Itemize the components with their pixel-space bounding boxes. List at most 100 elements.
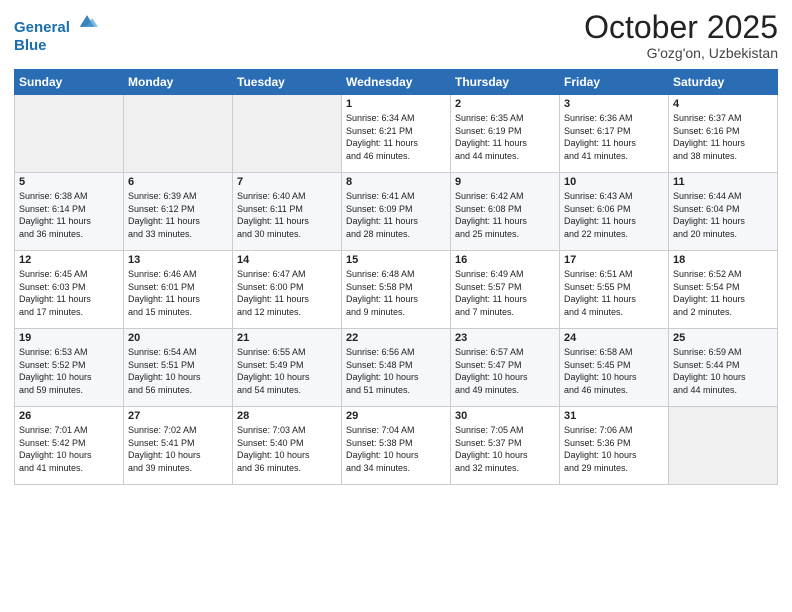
header-friday: Friday — [560, 70, 669, 95]
day-info: Sunrise: 7:06 AM Sunset: 5:36 PM Dayligh… — [564, 424, 664, 474]
day-number: 20 — [128, 332, 228, 344]
day-info: Sunrise: 6:43 AM Sunset: 6:06 PM Dayligh… — [564, 190, 664, 240]
logo-text2: Blue — [14, 37, 98, 55]
day-info: Sunrise: 6:56 AM Sunset: 5:48 PM Dayligh… — [346, 346, 446, 396]
day-number: 31 — [564, 410, 664, 422]
day-number: 9 — [455, 176, 555, 188]
week-row-4: 19 Sunrise: 6:53 AM Sunset: 5:52 PM Dayli… — [15, 329, 778, 407]
day-info: Sunrise: 6:36 AM Sunset: 6:17 PM Dayligh… — [564, 112, 664, 162]
calendar-cell: 16 Sunrise: 6:49 AM Sunset: 5:57 PM Dayli… — [451, 251, 560, 329]
calendar-header-row: SundayMondayTuesdayWednesdayThursdayFrid… — [15, 70, 778, 95]
page-container: General Blue October 2025 G'ozg'on, Uzbe… — [0, 0, 792, 491]
header-saturday: Saturday — [669, 70, 778, 95]
calendar-cell — [15, 95, 124, 173]
day-number: 24 — [564, 332, 664, 344]
day-number: 7 — [237, 176, 337, 188]
calendar-table: SundayMondayTuesdayWednesdayThursdayFrid… — [14, 69, 778, 485]
calendar-cell: 5 Sunrise: 6:38 AM Sunset: 6:14 PM Daylig… — [15, 173, 124, 251]
page-header: General Blue October 2025 G'ozg'on, Uzbe… — [14, 10, 778, 61]
day-number: 5 — [19, 176, 119, 188]
calendar-cell: 17 Sunrise: 6:51 AM Sunset: 5:55 PM Dayli… — [560, 251, 669, 329]
calendar-cell: 31 Sunrise: 7:06 AM Sunset: 5:36 PM Dayli… — [560, 407, 669, 485]
day-number: 17 — [564, 254, 664, 266]
calendar-cell: 20 Sunrise: 6:54 AM Sunset: 5:51 PM Dayli… — [124, 329, 233, 407]
calendar-cell: 13 Sunrise: 6:46 AM Sunset: 6:01 PM Dayli… — [124, 251, 233, 329]
calendar-cell: 11Sunrise: 6:44 AM Sunset: 6:04 PM Dayli… — [669, 173, 778, 251]
day-info: Sunrise: 6:34 AM Sunset: 6:21 PM Dayligh… — [346, 112, 446, 162]
calendar-cell: 19 Sunrise: 6:53 AM Sunset: 5:52 PM Dayli… — [15, 329, 124, 407]
day-info: Sunrise: 6:46 AM Sunset: 6:01 PM Dayligh… — [128, 268, 228, 318]
month-title: October 2025 — [584, 10, 778, 45]
day-info: Sunrise: 6:53 AM Sunset: 5:52 PM Dayligh… — [19, 346, 119, 396]
day-number: 8 — [346, 176, 446, 188]
calendar-cell: 26Sunrise: 7:01 AM Sunset: 5:42 PM Dayli… — [15, 407, 124, 485]
day-number: 16 — [455, 254, 555, 266]
logo-icon — [76, 10, 98, 32]
day-info: Sunrise: 6:35 AM Sunset: 6:19 PM Dayligh… — [455, 112, 555, 162]
day-info: Sunrise: 6:48 AM Sunset: 5:58 PM Dayligh… — [346, 268, 446, 318]
calendar-cell: 3 Sunrise: 6:36 AM Sunset: 6:17 PM Daylig… — [560, 95, 669, 173]
day-info: Sunrise: 6:42 AM Sunset: 6:08 PM Dayligh… — [455, 190, 555, 240]
day-info: Sunrise: 6:37 AM Sunset: 6:16 PM Dayligh… — [673, 112, 773, 162]
week-row-2: 5 Sunrise: 6:38 AM Sunset: 6:14 PM Daylig… — [15, 173, 778, 251]
day-info: Sunrise: 6:52 AM Sunset: 5:54 PM Dayligh… — [673, 268, 773, 318]
day-info: Sunrise: 7:04 AM Sunset: 5:38 PM Dayligh… — [346, 424, 446, 474]
calendar-cell: 21Sunrise: 6:55 AM Sunset: 5:49 PM Dayli… — [233, 329, 342, 407]
location: G'ozg'on, Uzbekistan — [584, 45, 778, 61]
calendar-cell: 6Sunrise: 6:39 AM Sunset: 6:12 PM Daylig… — [124, 173, 233, 251]
calendar-cell: 7Sunrise: 6:40 AM Sunset: 6:11 PM Daylig… — [233, 173, 342, 251]
calendar-cell: 10 Sunrise: 6:43 AM Sunset: 6:06 PM Dayli… — [560, 173, 669, 251]
calendar-cell: 4 Sunrise: 6:37 AM Sunset: 6:16 PM Daylig… — [669, 95, 778, 173]
day-info: Sunrise: 6:38 AM Sunset: 6:14 PM Dayligh… — [19, 190, 119, 240]
calendar-cell: 30 Sunrise: 7:05 AM Sunset: 5:37 PM Dayli… — [451, 407, 560, 485]
day-info: Sunrise: 6:39 AM Sunset: 6:12 PM Dayligh… — [128, 190, 228, 240]
header-thursday: Thursday — [451, 70, 560, 95]
day-info: Sunrise: 6:45 AM Sunset: 6:03 PM Dayligh… — [19, 268, 119, 318]
day-number: 1 — [346, 98, 446, 110]
day-number: 13 — [128, 254, 228, 266]
title-block: October 2025 G'ozg'on, Uzbekistan — [584, 10, 778, 61]
day-number: 23 — [455, 332, 555, 344]
day-number: 29 — [346, 410, 446, 422]
calendar-cell — [669, 407, 778, 485]
header-tuesday: Tuesday — [233, 70, 342, 95]
day-info: Sunrise: 6:58 AM Sunset: 5:45 PM Dayligh… — [564, 346, 664, 396]
calendar-cell: 18 Sunrise: 6:52 AM Sunset: 5:54 PM Dayli… — [669, 251, 778, 329]
calendar-cell: 27Sunrise: 7:02 AM Sunset: 5:41 PM Dayli… — [124, 407, 233, 485]
header-sunday: Sunday — [15, 70, 124, 95]
calendar-cell: 14Sunrise: 6:47 AM Sunset: 6:00 PM Dayli… — [233, 251, 342, 329]
day-info: Sunrise: 7:01 AM Sunset: 5:42 PM Dayligh… — [19, 424, 119, 474]
day-number: 25 — [673, 332, 773, 344]
day-number: 11 — [673, 176, 773, 188]
calendar-cell: 29 Sunrise: 7:04 AM Sunset: 5:38 PM Dayli… — [342, 407, 451, 485]
day-info: Sunrise: 6:55 AM Sunset: 5:49 PM Dayligh… — [237, 346, 337, 396]
day-info: Sunrise: 6:49 AM Sunset: 5:57 PM Dayligh… — [455, 268, 555, 318]
day-number: 2 — [455, 98, 555, 110]
day-info: Sunrise: 6:57 AM Sunset: 5:47 PM Dayligh… — [455, 346, 555, 396]
day-number: 30 — [455, 410, 555, 422]
day-number: 19 — [19, 332, 119, 344]
day-number: 22 — [346, 332, 446, 344]
day-info: Sunrise: 7:05 AM Sunset: 5:37 PM Dayligh… — [455, 424, 555, 474]
week-row-1: 1 Sunrise: 6:34 AM Sunset: 6:21 PM Daylig… — [15, 95, 778, 173]
day-number: 4 — [673, 98, 773, 110]
day-number: 14 — [237, 254, 337, 266]
day-number: 18 — [673, 254, 773, 266]
day-number: 15 — [346, 254, 446, 266]
calendar-cell: 2 Sunrise: 6:35 AM Sunset: 6:19 PM Daylig… — [451, 95, 560, 173]
calendar-cell: 9 Sunrise: 6:42 AM Sunset: 6:08 PM Daylig… — [451, 173, 560, 251]
calendar-cell: 24 Sunrise: 6:58 AM Sunset: 5:45 PM Dayli… — [560, 329, 669, 407]
day-info: Sunrise: 6:54 AM Sunset: 5:51 PM Dayligh… — [128, 346, 228, 396]
header-wednesday: Wednesday — [342, 70, 451, 95]
day-number: 10 — [564, 176, 664, 188]
day-info: Sunrise: 6:51 AM Sunset: 5:55 PM Dayligh… — [564, 268, 664, 318]
day-number: 3 — [564, 98, 664, 110]
calendar-cell: 25 Sunrise: 6:59 AM Sunset: 5:44 PM Dayli… — [669, 329, 778, 407]
day-info: Sunrise: 7:02 AM Sunset: 5:41 PM Dayligh… — [128, 424, 228, 474]
day-number: 12 — [19, 254, 119, 266]
calendar-cell: 28Sunrise: 7:03 AM Sunset: 5:40 PM Dayli… — [233, 407, 342, 485]
calendar-cell: 1 Sunrise: 6:34 AM Sunset: 6:21 PM Daylig… — [342, 95, 451, 173]
header-monday: Monday — [124, 70, 233, 95]
logo-text: General — [14, 10, 98, 37]
day-info: Sunrise: 6:59 AM Sunset: 5:44 PM Dayligh… — [673, 346, 773, 396]
